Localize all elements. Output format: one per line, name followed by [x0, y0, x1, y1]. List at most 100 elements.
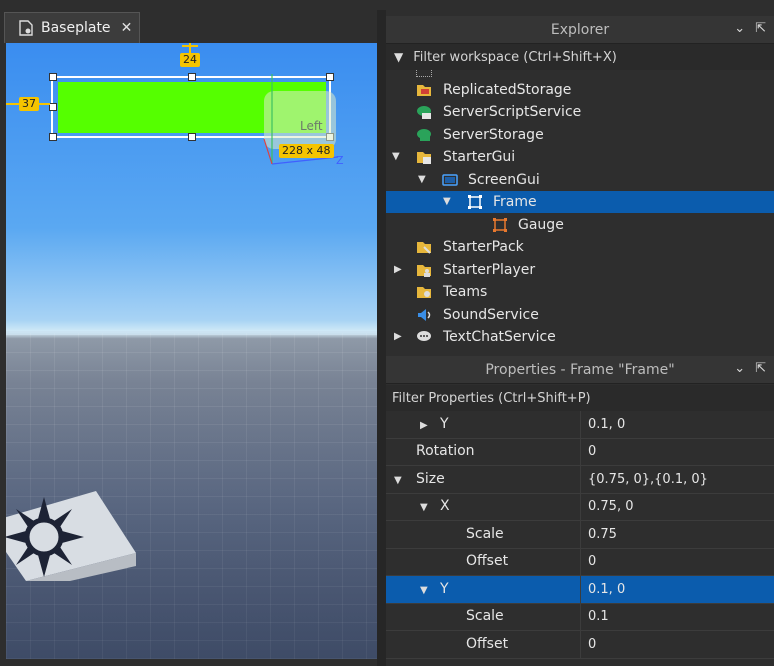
property-name: Y — [440, 581, 449, 597]
properties-title: Properties - Frame "Frame" — [485, 361, 675, 378]
filter-icon[interactable]: ▼ — [394, 50, 403, 64]
property-row-size-y-scale[interactable]: Scale 0.1 — [386, 603, 774, 631]
column-divider — [580, 631, 581, 658]
column-divider — [580, 466, 581, 493]
tree-item-label: StarterPack — [443, 239, 524, 255]
properties-filter-input[interactable]: Filter Properties (Ctrl+Shift+P) — [392, 391, 591, 406]
document-icon — [19, 20, 33, 36]
spawn-location[interactable] — [6, 491, 136, 581]
property-row-size-y-offset[interactable]: Offset 0 — [386, 631, 774, 659]
tree-item-label: Frame — [493, 194, 537, 210]
explorer-filter-input[interactable]: Filter workspace (Ctrl+Shift+X) — [413, 50, 617, 65]
explorer-tree: ReplicatedStorage ServerScriptService Se… — [386, 70, 774, 348]
property-name: Offset — [466, 636, 509, 652]
tree-item-starterplayer[interactable]: ▶ StarterPlayer — [386, 259, 774, 281]
chevron-down-icon[interactable]: ▼ — [420, 585, 428, 596]
chevron-down-icon[interactable]: ▼ — [420, 502, 428, 513]
spacing-guide-top-cap — [182, 45, 198, 47]
property-value[interactable]: 0.1, 0 — [588, 411, 625, 438]
tree-item-label: ServerStorage — [443, 127, 544, 143]
property-name: Rotation — [416, 443, 475, 459]
tree-item-label: ScreenGui — [468, 172, 540, 188]
property-name: Scale — [466, 608, 504, 624]
tree-item-serverscriptservice[interactable]: ServerScriptService — [386, 101, 774, 123]
property-value[interactable]: 0 — [588, 438, 596, 465]
explorer-filter-bar[interactable]: ▼ Filter workspace (Ctrl+Shift+X) — [386, 44, 774, 71]
property-row-size-x[interactable]: ▼ X 0.75, 0 — [386, 493, 774, 521]
property-row-size-y[interactable]: ▼ Y 0.1, 0 — [386, 576, 774, 604]
column-divider — [580, 438, 581, 465]
document-tab-bar: Baseplate ✕ — [0, 10, 383, 43]
column-divider — [580, 603, 581, 630]
chevron-down-icon[interactable]: ▼ — [392, 152, 402, 162]
property-value[interactable]: 0.1 — [588, 603, 609, 630]
resize-handle-bottom-left[interactable] — [49, 133, 57, 141]
column-divider — [580, 548, 581, 575]
tree-item-startergui[interactable]: ▼ StarterGui — [386, 146, 774, 168]
chevron-right-icon[interactable]: ▶ — [394, 265, 404, 275]
frame-icon — [468, 195, 482, 209]
tree-item-frame[interactable]: ▼ Frame — [386, 191, 774, 213]
property-name: Scale — [466, 526, 504, 542]
resize-handle-left[interactable] — [49, 103, 57, 111]
screen-gui-icon — [442, 174, 458, 186]
tree-item-gauge[interactable]: Gauge — [386, 214, 774, 236]
3d-viewport[interactable]: Left Z 24 37 228 x 48 — [6, 43, 377, 659]
property-row-rotation[interactable]: Rotation 0 — [386, 438, 774, 466]
tree-item-label: ServerScriptService — [443, 104, 582, 120]
resize-handle-top[interactable] — [188, 73, 196, 81]
tree-item-serverstorage[interactable]: ServerStorage — [386, 124, 774, 146]
tree-item-soundservice[interactable]: SoundService — [386, 304, 774, 326]
viewport-panel: Baseplate ✕ Left Z 24 37 228 x 48 — [0, 0, 383, 666]
property-value[interactable]: {0.75, 0},{0.1, 0} — [588, 466, 708, 493]
property-value[interactable]: 0.75 — [588, 521, 617, 548]
property-value[interactable]: 0 — [588, 548, 596, 575]
property-row-size-x-offset[interactable]: Offset 0 — [386, 548, 774, 576]
tree-item-textchatservice[interactable]: ▶ TextChatService — [386, 326, 774, 348]
text-chat-service-icon — [417, 331, 431, 341]
axis-z-label: Z — [336, 154, 344, 167]
tree-item-label: Teams — [443, 284, 488, 300]
scrolled-item-icon — [416, 70, 432, 77]
resize-handle-bottom[interactable] — [188, 133, 196, 141]
replicated-storage-icon — [417, 85, 431, 96]
spacing-badge-top: 24 — [180, 53, 200, 67]
chevron-down-icon[interactable]: ▼ — [443, 197, 453, 207]
properties-header: Properties - Frame "Frame" ⌄ ⇱ — [386, 356, 774, 384]
close-icon[interactable]: ✕ — [121, 20, 133, 36]
tree-item-label: ReplicatedStorage — [443, 82, 572, 98]
chevron-down-icon[interactable]: ▼ — [394, 475, 402, 486]
starter-pack-icon — [417, 242, 431, 254]
server-script-service-icon — [417, 106, 431, 119]
chevron-down-icon[interactable]: ▼ — [418, 175, 428, 185]
resize-handle-top-left[interactable] — [49, 73, 57, 81]
tree-item-starterpack[interactable]: StarterPack — [386, 236, 774, 258]
column-divider — [580, 493, 581, 520]
document-tab-baseplate[interactable]: Baseplate ✕ — [4, 12, 140, 43]
chevron-right-icon[interactable]: ▶ — [420, 420, 428, 431]
undock-icon[interactable]: ⇱ — [755, 361, 766, 376]
starter-player-icon — [417, 265, 431, 277]
undock-icon[interactable]: ⇱ — [755, 21, 766, 36]
chevron-down-icon[interactable]: ⌄ — [734, 21, 745, 36]
property-value[interactable]: 0.1, 0 — [588, 576, 625, 603]
document-tab-title: Baseplate — [41, 20, 111, 36]
tree-item-label: StarterPlayer — [443, 262, 536, 278]
property-value[interactable]: 0 — [588, 631, 596, 658]
sound-service-icon — [418, 309, 431, 321]
property-row-size[interactable]: ▼ Size {0.75, 0},{0.1, 0} — [386, 466, 774, 494]
property-value[interactable]: 0.75, 0 — [588, 493, 633, 520]
property-row-position-y[interactable]: ▶ Y 0.1, 0 — [386, 411, 774, 439]
panel-splitter[interactable] — [377, 10, 386, 666]
tree-item-replicatedstorage[interactable]: ReplicatedStorage — [386, 79, 774, 101]
chevron-down-icon[interactable]: ⌄ — [734, 361, 745, 376]
property-row-size-x-scale[interactable]: Scale 0.75 — [386, 521, 774, 549]
tree-item-teams[interactable]: Teams — [386, 281, 774, 303]
tree-item-label: TextChatService — [443, 329, 556, 345]
chevron-right-icon[interactable]: ▶ — [394, 332, 404, 342]
tree-item-label: Gauge — [518, 217, 564, 233]
tree-item-label: StarterGui — [443, 149, 516, 165]
properties-grid: ▶ Y 0.1, 0 Rotation 0 ▼ Size {0.75, 0},{… — [386, 411, 774, 666]
properties-filter-bar[interactable]: Filter Properties (Ctrl+Shift+P) — [386, 385, 774, 412]
tree-item-screengui[interactable]: ▼ ScreenGui — [386, 169, 774, 191]
